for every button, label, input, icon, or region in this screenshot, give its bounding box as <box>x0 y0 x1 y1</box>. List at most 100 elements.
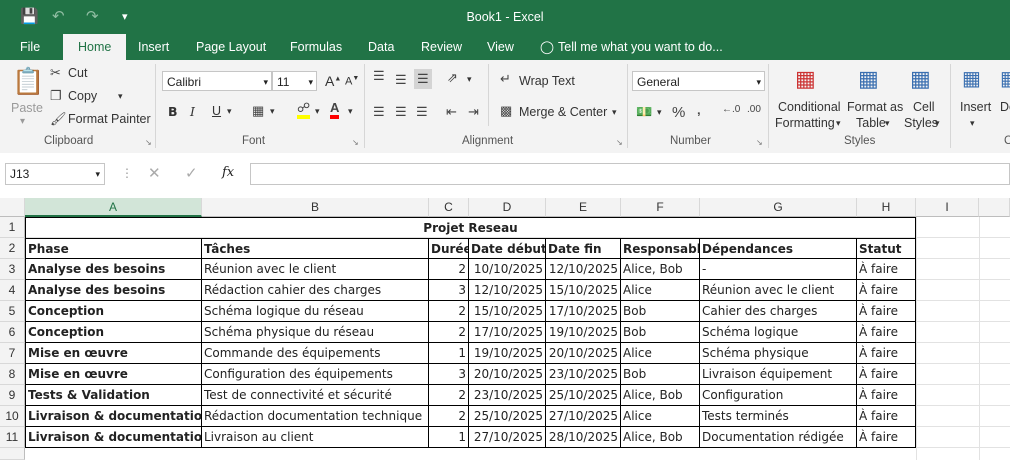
cell-date-debut[interactable]: 20/10/2025 <box>469 364 546 385</box>
cell-statut[interactable]: À faire <box>857 280 916 301</box>
conditional-formatting-label-1[interactable]: Conditional <box>778 100 841 114</box>
header-cell-responsable[interactable]: Responsable <box>621 238 700 259</box>
copy-dropdown-icon[interactable]: ▾ <box>118 91 123 102</box>
header-cell-date-fin[interactable]: Date fin <box>546 238 621 259</box>
italic-button[interactable]: I <box>190 104 195 119</box>
alignment-launcher-icon[interactable]: ↘ <box>616 138 623 147</box>
orientation-icon[interactable]: ⇗ <box>447 70 458 86</box>
column-header-a[interactable]: A <box>25 198 202 217</box>
cell-phase[interactable]: Analyse des besoins <box>25 280 202 301</box>
header-cell-duree[interactable]: Durée <box>429 238 469 259</box>
clipboard-launcher-icon[interactable]: ↘ <box>145 138 152 147</box>
decrease-decimal-icon[interactable]: .00 <box>747 104 761 115</box>
align-center-icon[interactable]: ☰ <box>395 104 407 120</box>
font-color-icon[interactable]: A <box>330 101 340 119</box>
cell-statut[interactable]: À faire <box>857 385 916 406</box>
top-align-icon[interactable]: ☰ <box>373 68 385 84</box>
row-header-12[interactable] <box>0 448 25 460</box>
merge-center-button[interactable]: Merge & Center <box>519 105 607 119</box>
cell-tache[interactable]: Commande des équipements <box>202 343 429 364</box>
sheet-title-cell[interactable]: Projet Reseau <box>25 217 916 238</box>
cell-responsable[interactable]: Bob <box>621 301 700 322</box>
row-header-5[interactable]: 5 <box>0 301 25 322</box>
cell-date-fin[interactable]: 15/10/2025 <box>546 280 621 301</box>
comma-style-icon[interactable]: ‚ <box>697 102 701 117</box>
font-name-dropdown[interactable]: Calibri ▾ <box>162 71 272 91</box>
column-header-e[interactable]: E <box>546 198 621 217</box>
cell-dependances[interactable]: Documentation rédigée <box>700 427 857 448</box>
borders-dropdown-icon[interactable]: ▾ <box>270 106 275 117</box>
cell-duree[interactable]: 1 <box>429 343 469 364</box>
insert-function-button[interactable]: fx <box>222 165 234 180</box>
cell-responsable[interactable]: Alice, Bob <box>621 259 700 280</box>
chevron-down-icon[interactable]: ▾ <box>935 118 940 129</box>
cell-tache[interactable]: Schéma logique du réseau <box>202 301 429 322</box>
fill-color-icon[interactable]: ☍ <box>297 101 311 119</box>
shrink-font-icon[interactable]: A▼ <box>345 75 359 88</box>
row-header-1[interactable]: 1 <box>0 217 25 238</box>
cell-duree[interactable]: 2 <box>429 385 469 406</box>
cell-dependances[interactable]: Schéma physique <box>700 343 857 364</box>
cell-date-debut[interactable]: 15/10/2025 <box>469 301 546 322</box>
row-header-7[interactable]: 7 <box>0 343 25 364</box>
accounting-format-icon[interactable]: 💵 <box>636 104 652 120</box>
row-header-11[interactable]: 11 <box>0 427 25 448</box>
cell-responsable[interactable]: Bob <box>621 322 700 343</box>
fill-color-dropdown-icon[interactable]: ▾ <box>315 106 320 117</box>
cell-dependances[interactable]: Configuration <box>700 385 857 406</box>
font-color-dropdown-icon[interactable]: ▾ <box>348 106 353 117</box>
decrease-indent-icon[interactable]: ⇤ <box>446 104 457 120</box>
cell-date-debut[interactable]: 27/10/2025 <box>469 427 546 448</box>
cell-date-debut[interactable]: 19/10/2025 <box>469 343 546 364</box>
cell-phase[interactable]: Analyse des besoins <box>25 259 202 280</box>
cell-phase[interactable]: Conception <box>25 301 202 322</box>
row-header-10[interactable]: 10 <box>0 406 25 427</box>
copy-button[interactable]: Copy <box>68 89 97 103</box>
cell-statut[interactable]: À faire <box>857 322 916 343</box>
header-cell-date-debut[interactable]: Date début <box>469 238 546 259</box>
cell-tache[interactable]: Configuration des équipements <box>202 364 429 385</box>
delete-cells-button[interactable]: De <box>1000 100 1010 114</box>
grow-font-icon[interactable]: A▲ <box>325 73 341 89</box>
cell-styles-label-2[interactable]: Styles <box>904 116 938 130</box>
cell-dependances[interactable]: Cahier des charges <box>700 301 857 322</box>
header-cell-tache[interactable]: Tâches <box>202 238 429 259</box>
insert-cells-button[interactable]: Insert <box>960 100 991 114</box>
cell-duree[interactable]: 3 <box>429 280 469 301</box>
row-header-3[interactable]: 3 <box>0 259 25 280</box>
paste-dropdown-icon[interactable]: ▾ <box>20 116 25 127</box>
cell-statut[interactable]: À faire <box>857 364 916 385</box>
cell-statut[interactable]: À faire <box>857 343 916 364</box>
format-as-table-label-2[interactable]: Table <box>856 116 886 130</box>
align-right-icon[interactable]: ☰ <box>416 104 428 120</box>
cut-button[interactable]: Cut <box>68 66 87 80</box>
cell-phase[interactable]: Tests & Validation <box>25 385 202 406</box>
format-as-table-label-1[interactable]: Format as <box>847 100 903 114</box>
number-launcher-icon[interactable]: ↘ <box>756 138 763 147</box>
borders-icon[interactable]: ▦ <box>252 103 264 119</box>
cell-duree[interactable]: 3 <box>429 364 469 385</box>
cell-phase[interactable]: Livraison & documentation <box>25 406 202 427</box>
cell-date-fin[interactable]: 12/10/2025 <box>546 259 621 280</box>
cell-statut[interactable]: À faire <box>857 427 916 448</box>
name-box[interactable]: J13 ▾ <box>5 163 105 185</box>
align-left-icon[interactable]: ☰ <box>373 104 385 120</box>
cell-responsable[interactable]: Bob <box>621 364 700 385</box>
header-cell-statut[interactable]: Statut <box>857 238 916 259</box>
font-launcher-icon[interactable]: ↘ <box>352 138 359 147</box>
increase-decimal-icon[interactable]: ←.0 <box>722 104 740 115</box>
cell-tache[interactable]: Rédaction documentation technique <box>202 406 429 427</box>
accounting-dropdown-icon[interactable]: ▾ <box>657 107 662 118</box>
tab-insert[interactable]: Insert <box>138 34 169 60</box>
cell-styles-label-1[interactable]: Cell <box>913 100 935 114</box>
middle-align-icon[interactable]: ☰ <box>395 72 407 88</box>
font-size-dropdown[interactable]: 11 ▾ <box>272 71 317 91</box>
conditional-formatting-label-2[interactable]: Formatting <box>775 116 835 130</box>
header-cell-dependances[interactable]: Dépendances <box>700 238 857 259</box>
cell-date-fin[interactable]: 19/10/2025 <box>546 322 621 343</box>
tab-formulas[interactable]: Formulas <box>290 34 342 60</box>
cell-date-debut[interactable]: 23/10/2025 <box>469 385 546 406</box>
cell-dependances[interactable]: - <box>700 259 857 280</box>
number-format-dropdown[interactable]: General ▾ <box>632 71 765 91</box>
cell-duree[interactable]: 2 <box>429 322 469 343</box>
